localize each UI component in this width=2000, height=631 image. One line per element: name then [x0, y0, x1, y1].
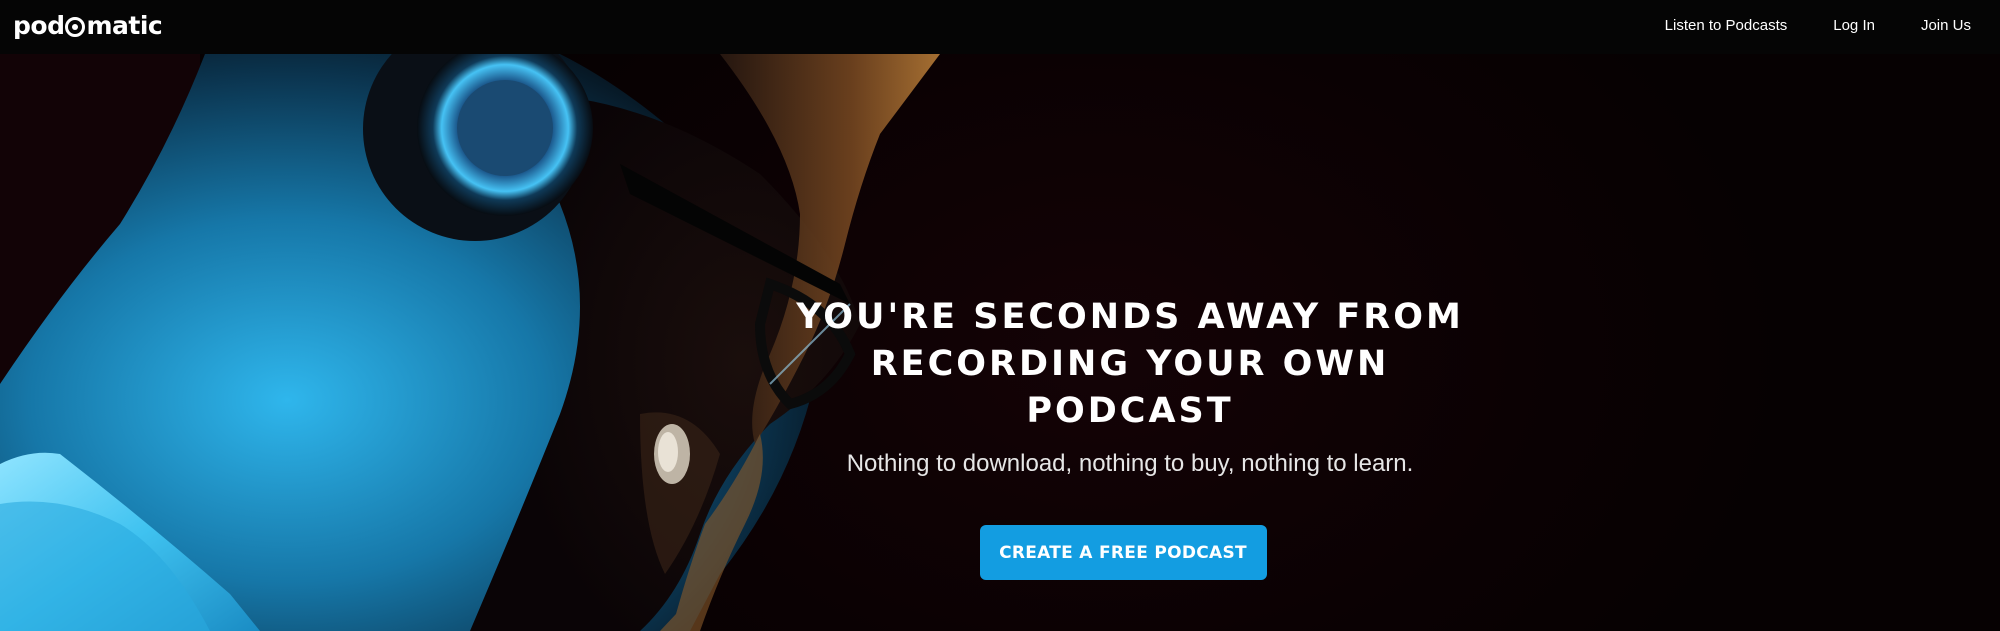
create-free-podcast-button[interactable]: CREATE A FREE PODCAST: [979, 525, 1267, 580]
podomatic-logo[interactable]: pod matic: [13, 10, 163, 40]
logo-text-right: matic: [86, 10, 163, 40]
nav-link-log-in[interactable]: Log In: [1833, 17, 1875, 34]
top-nav: pod matic Listen to Podcasts Log In Join …: [0, 0, 2000, 54]
nav-link-join-us[interactable]: Join Us: [1921, 17, 1971, 34]
logo-text-left: pod: [13, 10, 65, 40]
hero-headline: YOU'RE SECONDS AWAY FROM RECORDING YOUR …: [760, 294, 1500, 435]
hero-subline: Nothing to download, nothing to buy, not…: [846, 450, 1414, 477]
nav-links: Listen to Podcasts Log In Join Us: [1619, 0, 1971, 50]
microphone-o-icon: [65, 16, 86, 37]
hero-content: YOU'RE SECONDS AWAY FROM RECORDING YOUR …: [760, 294, 1500, 580]
hero: YOU'RE SECONDS AWAY FROM RECORDING YOUR …: [0, 54, 2000, 631]
hero-headline-line1: YOU'RE SECONDS AWAY FROM: [796, 297, 1464, 337]
hero-headline-line2: RECORDING YOUR OWN PODCAST: [870, 344, 1390, 431]
nav-link-listen-to-podcasts[interactable]: Listen to Podcasts: [1665, 17, 1788, 34]
page: pod matic Listen to Podcasts Log In Join …: [0, 0, 2000, 631]
